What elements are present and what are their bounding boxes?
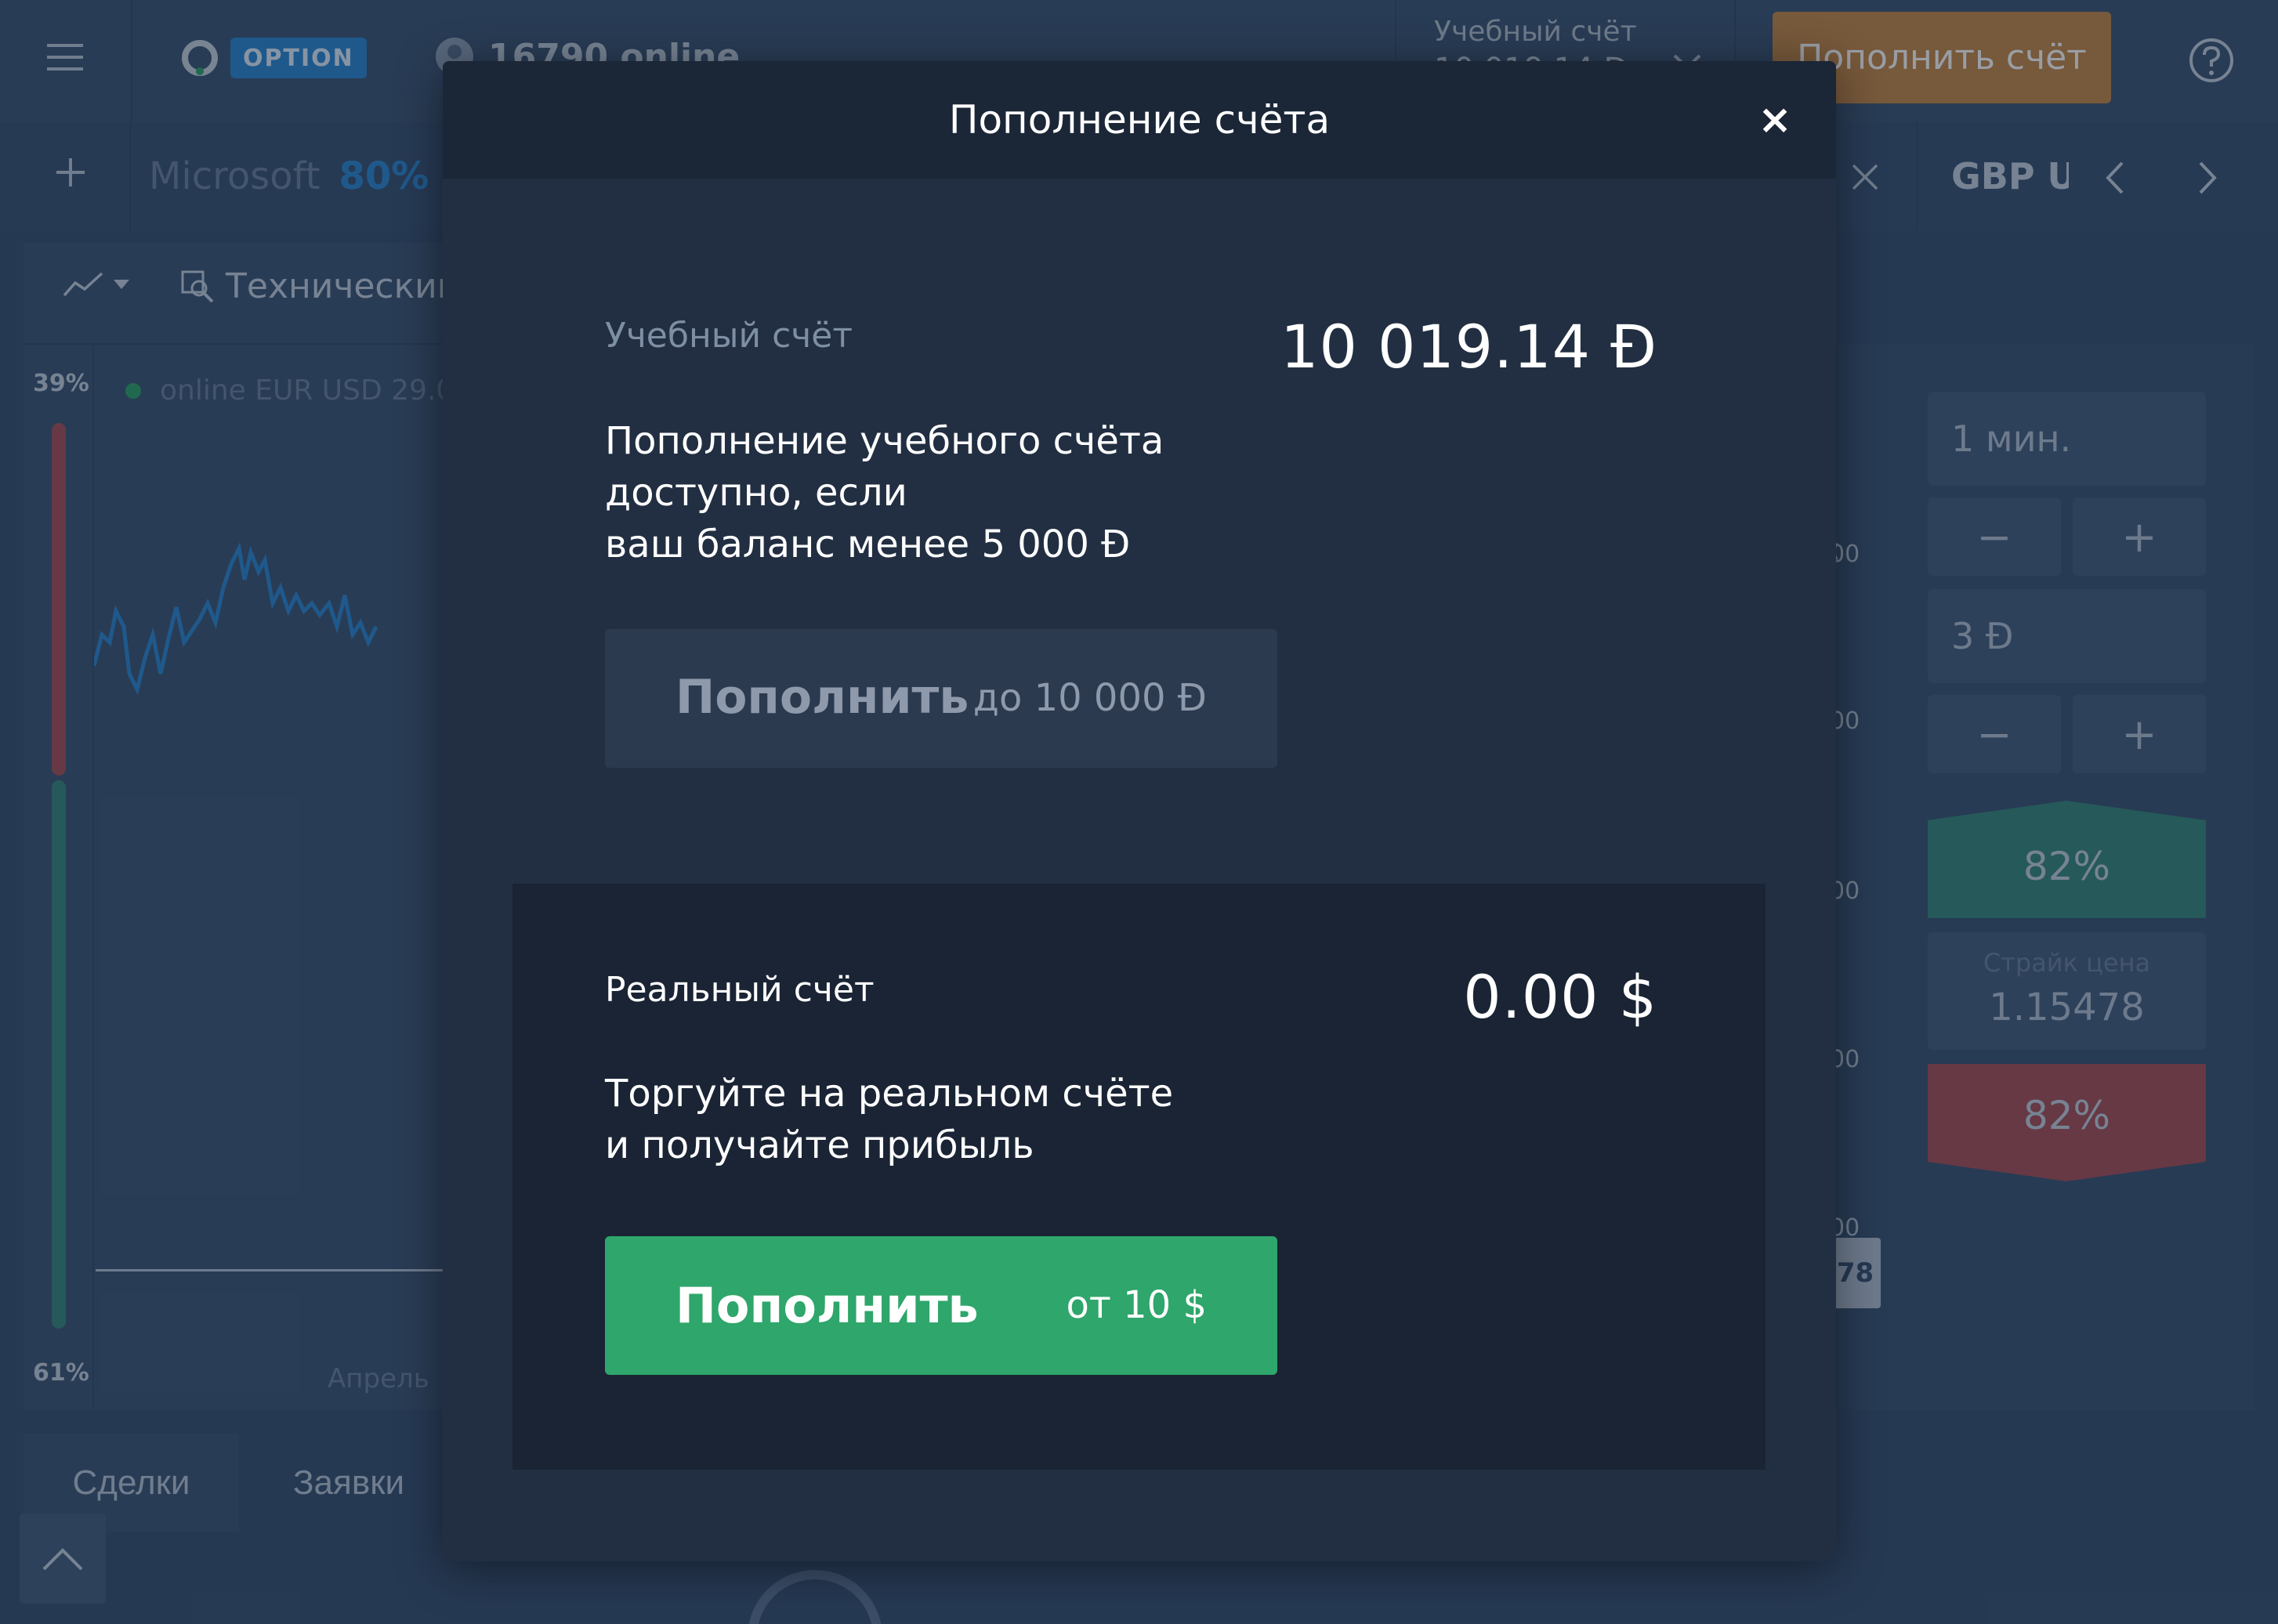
real-account-section: Реальный счёт 0.00 $ Торгуйте на реально… — [512, 884, 1766, 1470]
deposit-modal: Пополнение счёта × Учебный счёт 10 019.1… — [443, 61, 1836, 1561]
real-description-line: и получайте прибыль — [605, 1123, 1034, 1167]
real-description-line: Торгуйте на реальном счёте — [605, 1072, 1174, 1116]
real-topup-button-note: от 10 $ — [1066, 1283, 1207, 1327]
demo-topup-button-label: Пополнить — [675, 670, 969, 725]
real-account-balance: 0.00 $ — [1463, 962, 1657, 1032]
demo-description: Пополнение учебного счёта доступно, если… — [605, 415, 1310, 570]
real-topup-button-label: Пополнить — [675, 1277, 979, 1334]
real-account-label: Реальный счёт — [605, 970, 875, 1010]
close-icon[interactable]: × — [1747, 92, 1802, 147]
demo-account-balance: 10 019.14 Đ — [1280, 312, 1657, 382]
demo-account-label: Учебный счёт — [605, 316, 853, 356]
modal-title: Пополнение счёта — [948, 97, 1331, 143]
demo-description-line: Пополнение учебного счёта — [605, 419, 1164, 463]
real-description: Торгуйте на реальном счёте и получайте п… — [605, 1068, 1310, 1171]
demo-description-line: доступно, если — [605, 471, 907, 515]
demo-topup-button[interactable]: Пополнить до 10 000 Đ — [605, 629, 1277, 768]
demo-description-line: ваш баланс менее 5 000 Đ — [605, 523, 1131, 566]
demo-topup-button-note: до 10 000 Đ — [972, 676, 1207, 720]
real-topup-button[interactable]: Пополнить от 10 $ — [605, 1236, 1277, 1375]
